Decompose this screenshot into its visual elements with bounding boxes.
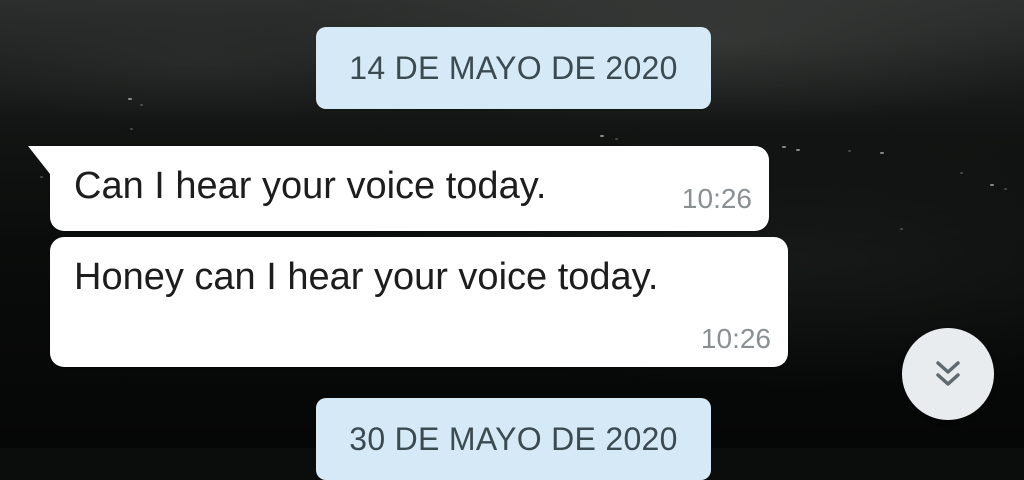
- wallpaper-light: [615, 138, 618, 140]
- wallpaper-light: [796, 149, 800, 151]
- message-time: 10:26: [681, 183, 752, 214]
- wallpaper-light: [130, 128, 133, 130]
- wallpaper-light: [600, 135, 604, 137]
- message-bubble[interactable]: Can I hear your voice today. 10:26: [28, 146, 769, 231]
- scroll-to-bottom-button[interactable]: [902, 328, 994, 420]
- wallpaper-light: [900, 228, 903, 230]
- date-separator: 14 DE MAYO DE 2020: [316, 27, 711, 109]
- wallpaper-light: [880, 152, 884, 154]
- wallpaper-light: [128, 98, 132, 100]
- wallpaper-light: [1004, 188, 1007, 190]
- message-text: Honey can I hear your voice today.: [74, 256, 659, 298]
- double-chevron-down-icon: [936, 361, 960, 386]
- wallpaper-light: [40, 176, 43, 178]
- wallpaper-light: [960, 172, 963, 174]
- message-text: Can I hear your voice today.: [74, 165, 547, 207]
- wallpaper-light: [990, 184, 994, 186]
- date-separator: 30 DE MAYO DE 2020: [316, 398, 711, 480]
- message-bubble[interactable]: Honey can I hear your voice today. 10:26: [50, 237, 788, 367]
- message-time: 10:26: [700, 323, 771, 354]
- wallpaper-light: [782, 146, 786, 148]
- wallpaper-light: [140, 104, 143, 106]
- bubble-tail: [28, 146, 50, 174]
- wallpaper-light: [848, 150, 851, 152]
